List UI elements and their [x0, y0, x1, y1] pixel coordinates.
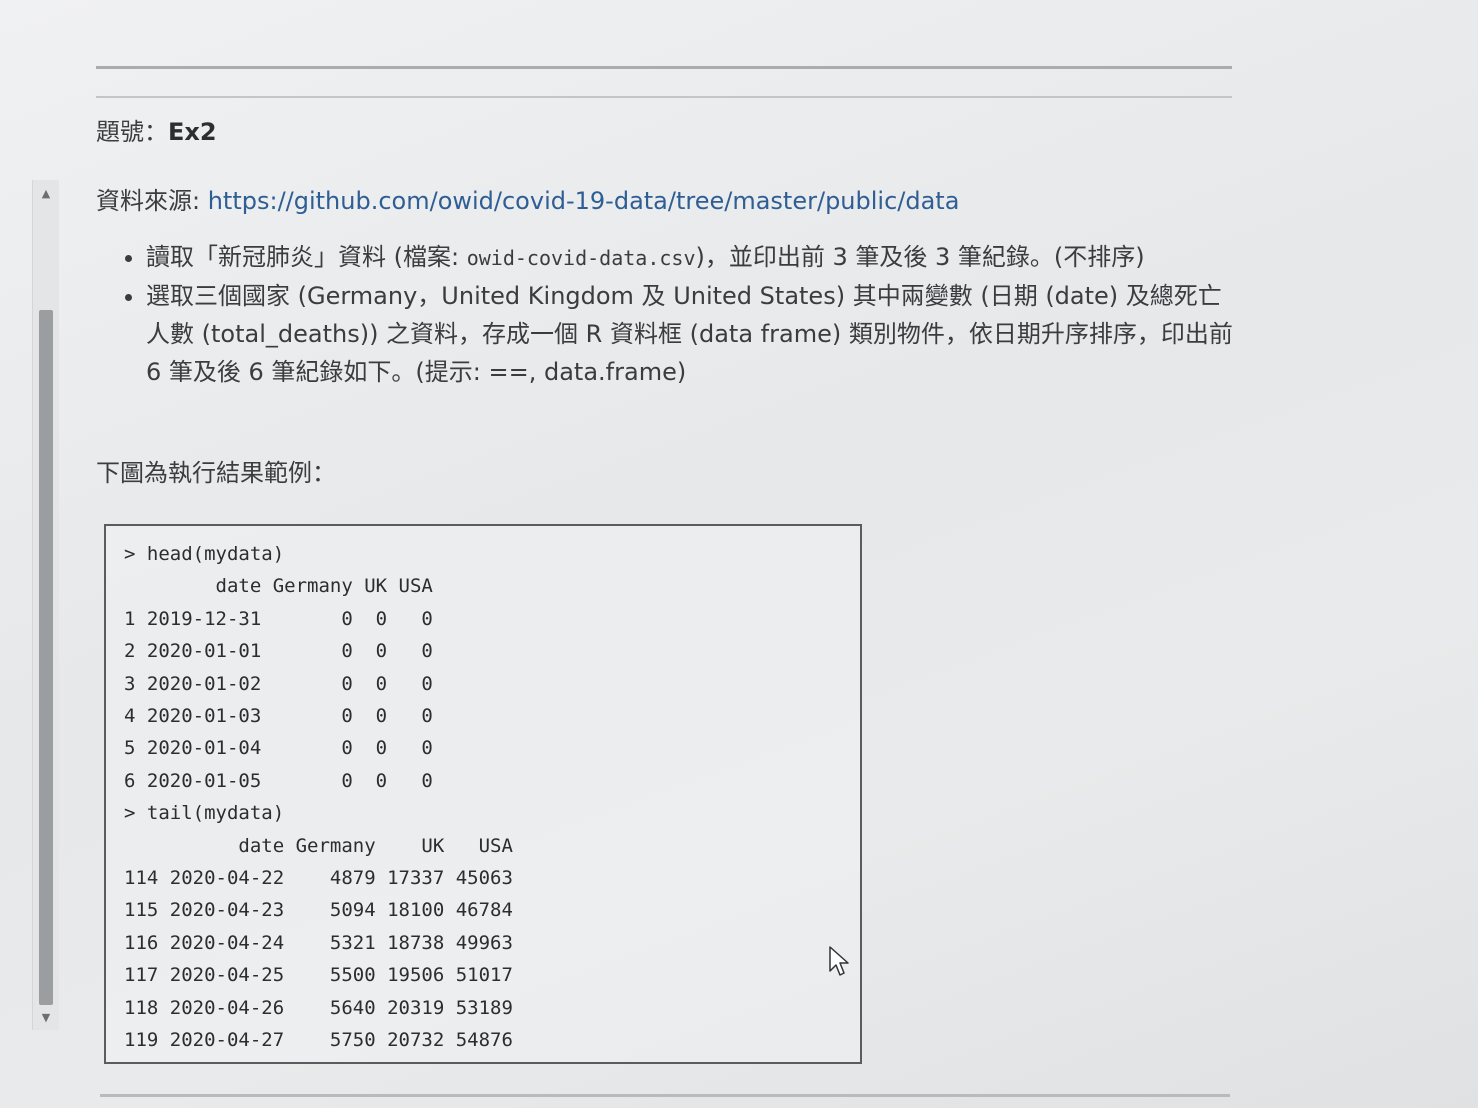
- scroll-up-button[interactable]: ▲: [33, 180, 59, 206]
- console-row: 118 2020-04-26 5640 20319 53189: [124, 996, 513, 1019]
- vertical-scrollbar[interactable]: ▲ ▼: [32, 180, 59, 1030]
- console-row: 1 2019-12-31 0 0 0: [124, 607, 433, 630]
- question-id: Ex2: [168, 118, 217, 146]
- console-row: 119 2020-04-27 5750 20732 54876: [124, 1029, 513, 1052]
- console-row: 3 2020-01-02 0 0 0: [124, 672, 433, 695]
- scroll-down-button[interactable]: ▼: [33, 1004, 59, 1030]
- console-row: 4 2020-01-03 0 0 0: [124, 705, 433, 728]
- console-row: 115 2020-04-23 5094 18100 46784: [124, 899, 513, 922]
- console-row: 117 2020-04-25 5500 19506 51017: [124, 964, 513, 987]
- triangle-down-icon: ▼: [41, 1010, 51, 1024]
- bottom-divider: [100, 1094, 1230, 1097]
- task-text: )，並印出前 3 筆及後 3 筆紀錄。(不排序): [695, 243, 1145, 271]
- console-row: 114 2020-04-22 4879 17337 45063: [124, 867, 513, 890]
- triangle-up-icon: ▲: [41, 186, 51, 200]
- scroll-thumb[interactable]: [39, 310, 53, 1005]
- question-number-label: 題號：: [96, 118, 168, 146]
- question-number: 題號：Ex2: [96, 112, 1236, 147]
- console-row: 2 2020-01-01 0 0 0: [124, 640, 433, 663]
- task-filename: owid-covid-data.csv: [466, 246, 696, 270]
- console-tail-command: > tail(mydata): [124, 802, 285, 825]
- data-source: 資料來源: https://github.com/owid/covid-19-d…: [96, 181, 1236, 216]
- task-text: 選取三個國家 (Germany，United Kingdom 及 United …: [146, 282, 1233, 386]
- console-head-command: > head(mydata): [124, 543, 285, 565]
- top-divider: [96, 66, 1232, 69]
- console-output: > head(mydata) date Germany UK USA 1 201…: [104, 524, 862, 1064]
- task-item: 讀取「新冠肺炎」資料 (檔案: owid-covid-data.csv)，並印出…: [146, 238, 1236, 277]
- mouse-pointer-icon: [829, 946, 849, 976]
- console-row: 5 2020-01-04 0 0 0: [124, 737, 433, 760]
- data-source-label: 資料來源:: [96, 187, 208, 215]
- console-row: 116 2020-04-24 5321 18738 49963: [124, 931, 513, 954]
- task-item: 選取三個國家 (Germany，United Kingdom 及 United …: [146, 277, 1236, 391]
- console-head-header: date Germany UK USA: [124, 575, 433, 598]
- top-divider-secondary: [96, 96, 1232, 98]
- data-source-link[interactable]: https://github.com/owid/covid-19-data/tr…: [208, 187, 960, 215]
- console-row: 6 2020-01-05 0 0 0: [124, 769, 433, 792]
- page: ▲ ▼ 題號：Ex2 資料來源: https://github.com/owid…: [0, 0, 1478, 1108]
- question-content: 題號：Ex2 資料來源: https://github.com/owid/cov…: [96, 108, 1236, 488]
- example-label: 下圖為執行結果範例：: [96, 459, 336, 487]
- task-list: 讀取「新冠肺炎」資料 (檔案: owid-covid-data.csv)，並印出…: [96, 238, 1236, 391]
- task-text: 讀取「新冠肺炎」資料 (檔案:: [146, 243, 467, 271]
- console-tail-header: date Germany UK USA: [124, 834, 513, 857]
